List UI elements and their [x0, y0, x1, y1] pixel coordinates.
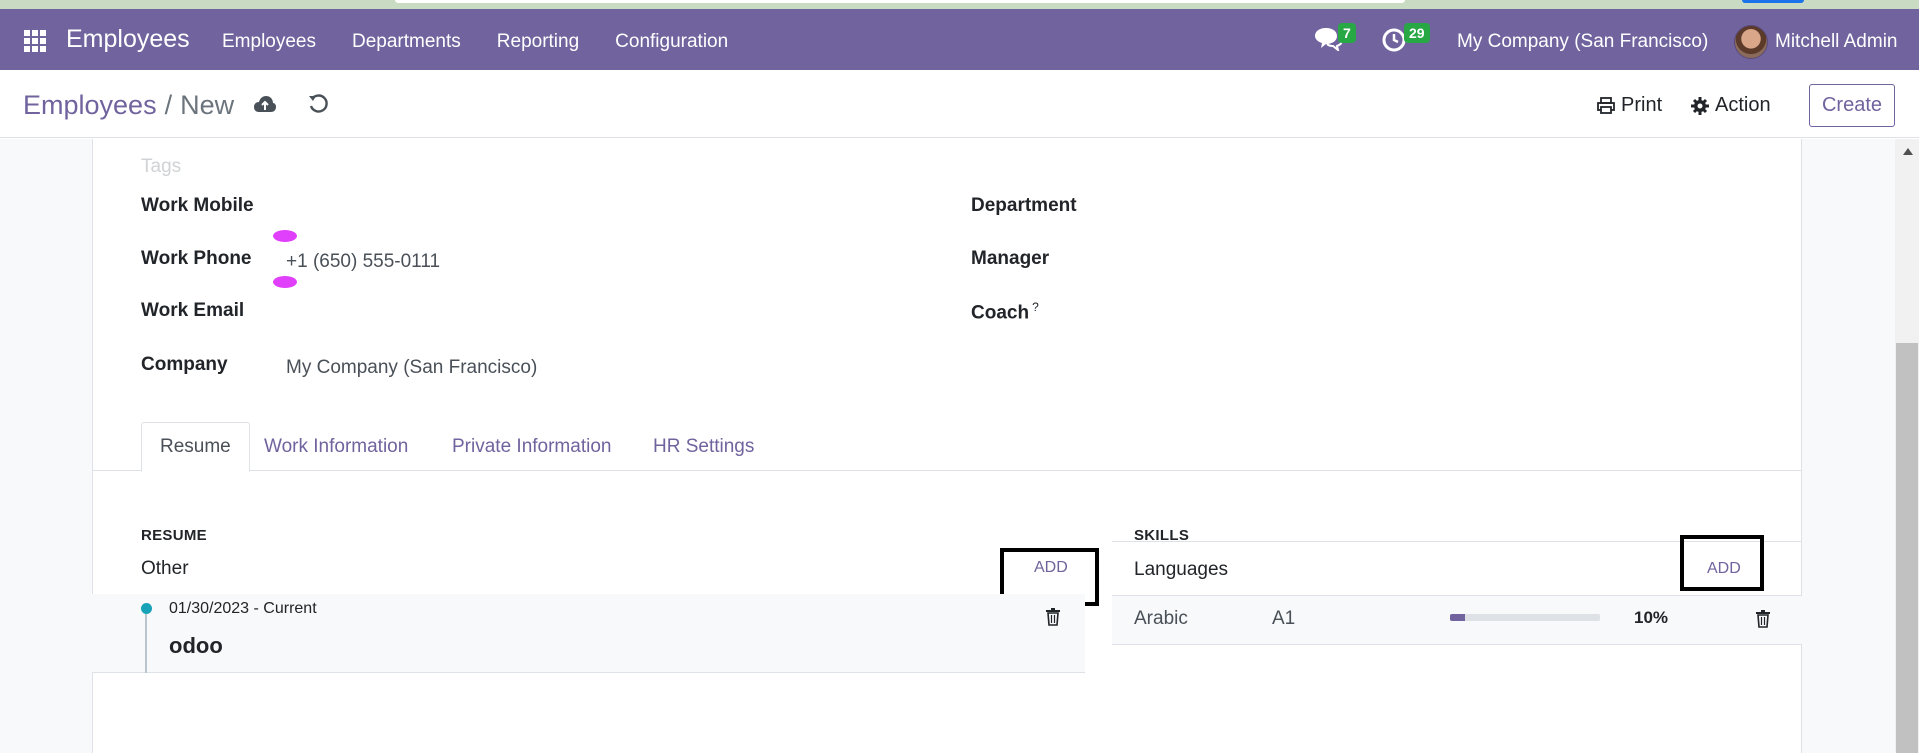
coach-label: Coach?: [971, 300, 1039, 324]
drag-handle-bottom-icon[interactable]: [273, 276, 297, 288]
skills-add-highlight: [1680, 535, 1764, 591]
notebook-tabs: Resume Work Information Private Informat…: [92, 422, 1802, 472]
browser-tab-edge: [395, 0, 1405, 3]
action-label: Action: [1715, 94, 1771, 116]
skill-name: Arabic: [1134, 608, 1188, 629]
menu-item-departments[interactable]: Departments: [352, 31, 461, 53]
tab-private-information[interactable]: Private Information: [434, 422, 629, 471]
company-field[interactable]: My Company (San Francisco): [286, 357, 537, 379]
resume-line-date: 01/30/2023 - Current: [169, 600, 317, 617]
work-mobile-label: Work Mobile: [141, 195, 254, 216]
resume-group-title: Other: [141, 558, 189, 579]
browser-tab-indicator: [1742, 0, 1804, 3]
work-phone-field[interactable]: +1 (650) 555-0111: [286, 251, 440, 273]
menu-item-employees[interactable]: Employees: [222, 31, 316, 53]
print-label: Print: [1621, 94, 1663, 116]
manager-label: Manager: [971, 248, 1050, 269]
skill-progress-percent: 10%: [1634, 608, 1669, 627]
activities-count-badge: 29: [1404, 23, 1430, 43]
action-button[interactable]: Action: [1691, 94, 1771, 117]
cloud-upload-icon[interactable]: [253, 94, 277, 114]
timeline-dot-icon: [141, 603, 152, 614]
printer-icon: [1597, 97, 1615, 114]
user-menu[interactable]: Mitchell Admin: [1775, 31, 1898, 53]
work-email-label: Work Email: [141, 300, 245, 321]
menu-item-reporting[interactable]: Reporting: [497, 31, 579, 53]
work-phone-label: Work Phone: [141, 248, 252, 269]
user-avatar[interactable]: [1734, 25, 1768, 59]
company-label: Company: [141, 354, 228, 375]
create-button[interactable]: Create: [1809, 84, 1895, 127]
apps-menu-icon[interactable]: [24, 30, 46, 52]
company-switcher[interactable]: My Company (San Francisco): [1457, 31, 1708, 53]
coach-label-text: Coach: [971, 302, 1030, 324]
resume-line-name: odoo: [169, 633, 223, 658]
drag-handle-top-icon[interactable]: [273, 230, 297, 242]
breadcrumb-separator: /: [164, 90, 173, 120]
app-brand[interactable]: Employees: [66, 25, 190, 54]
control-panel: Employees / New Print Action Create: [0, 70, 1919, 138]
scrollbar-thumb[interactable]: [1896, 343, 1918, 753]
resume-section-title: RESUME: [141, 527, 207, 544]
department-label: Department: [971, 195, 1077, 216]
breadcrumb: Employees / New: [23, 90, 234, 121]
skill-progress-fill: [1450, 614, 1465, 621]
top-menu: Employees Departments Reporting Configur…: [222, 31, 764, 53]
tab-resume[interactable]: Resume: [141, 422, 250, 472]
resume-delete-trash-icon[interactable]: [1046, 608, 1060, 626]
tab-work-information[interactable]: Work Information: [246, 422, 426, 471]
tags-input[interactable]: Tags: [141, 156, 181, 178]
main-navbar: Employees Employees Departments Reportin…: [0, 9, 1919, 70]
scroll-up-arrow-icon[interactable]: [1903, 148, 1913, 155]
messages-count-badge: 7: [1338, 23, 1356, 43]
browser-top-strip: [0, 0, 1919, 9]
menu-item-configuration[interactable]: Configuration: [615, 31, 728, 53]
coach-help-icon[interactable]: ?: [1032, 300, 1039, 314]
timeline-bar: [145, 614, 147, 673]
skill-delete-trash-icon[interactable]: [1756, 610, 1770, 628]
gear-icon: [1691, 96, 1709, 115]
skills-group-title: Languages: [1134, 559, 1229, 580]
breadcrumb-current: New: [180, 90, 235, 120]
discard-undo-icon[interactable]: [307, 93, 329, 115]
breadcrumb-parent[interactable]: Employees: [23, 90, 157, 120]
skill-level: A1: [1272, 608, 1296, 629]
print-button[interactable]: Print: [1597, 94, 1662, 117]
tab-hr-settings[interactable]: HR Settings: [635, 422, 772, 471]
skill-progress-bar: [1450, 614, 1600, 621]
